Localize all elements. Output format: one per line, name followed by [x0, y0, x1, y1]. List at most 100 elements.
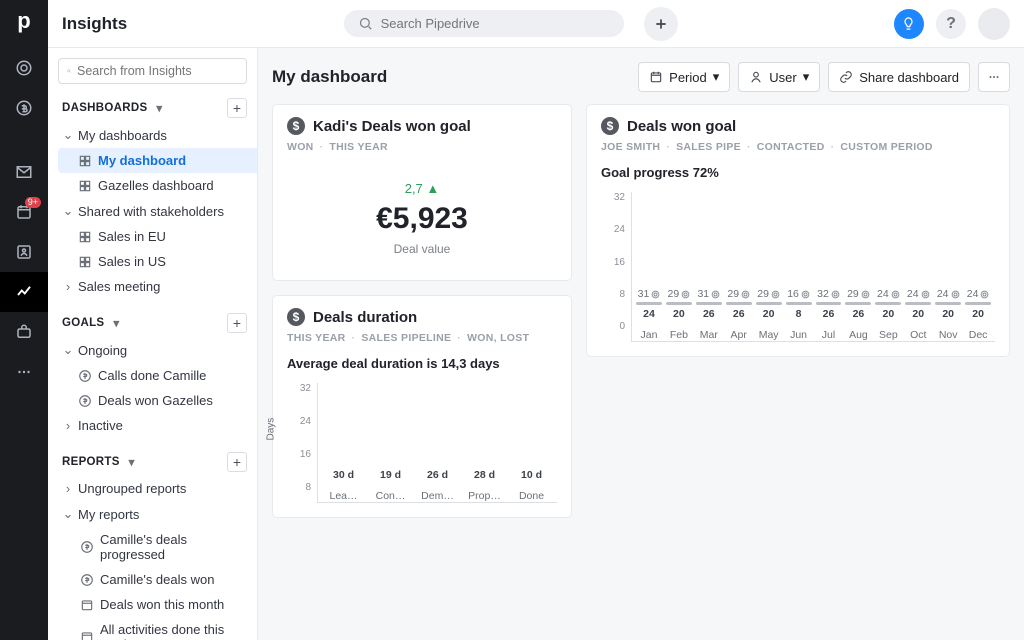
chevron-icon: ⌄: [62, 203, 74, 219]
meta-chip: CUSTOM PERIOD: [831, 141, 933, 153]
search-icon: [67, 65, 71, 77]
rail-mail[interactable]: [0, 152, 48, 192]
chevron-down-icon: ▾: [110, 316, 122, 330]
tips-button[interactable]: [894, 9, 924, 39]
dashboard-title: My dashboard: [272, 67, 387, 87]
bar: 29 20Feb: [666, 288, 692, 341]
app-logo: p: [17, 8, 30, 34]
tree-item[interactable]: Camille's deals progressed: [58, 527, 257, 567]
period-filter[interactable]: Period▾: [638, 62, 730, 92]
page-title: Insights: [62, 14, 127, 34]
tree-item[interactable]: All activities done this week: [58, 617, 257, 640]
tree-item[interactable]: Calls done Camille: [58, 363, 257, 388]
calendar-icon: [80, 598, 94, 612]
bar: 31 26Mar: [696, 288, 722, 341]
tree-item[interactable]: ⌄Shared with stakeholders: [58, 198, 257, 224]
bar: 24 20Oct: [905, 288, 931, 341]
tree-item[interactable]: ›Ungrouped reports: [58, 476, 257, 501]
chevron-icon: ›: [62, 279, 74, 294]
tree-item[interactable]: Sales in EU: [58, 224, 257, 249]
bar: 19 dCon…: [369, 469, 412, 502]
target-icon: [921, 290, 930, 299]
section-dashboards[interactable]: DASHBOARDS▾: [62, 101, 169, 115]
user-filter[interactable]: User▾: [738, 62, 820, 92]
tree-item[interactable]: ⌄My reports: [58, 501, 257, 527]
target-icon: [771, 290, 780, 299]
rail-calendar[interactable]: 9+: [0, 192, 48, 232]
chevron-down-icon: ▾: [713, 69, 720, 85]
target-icon: [681, 290, 690, 299]
quick-add-button[interactable]: [644, 7, 678, 41]
tree-item[interactable]: Camille's deals won: [58, 567, 257, 592]
bar: 26 dDem…: [416, 469, 459, 502]
currency-icon: [80, 540, 94, 554]
bar: 29 26Aug: [845, 288, 871, 341]
card-title: Kadi's Deals won goal: [313, 118, 471, 135]
target-icon: [801, 290, 810, 299]
add-report-button[interactable]: +: [227, 452, 247, 472]
search-icon: [358, 16, 373, 31]
currency-icon: $: [287, 308, 305, 326]
kadi-deals-card: $Kadi's Deals won goal WONTHIS YEAR 2,7 …: [272, 104, 572, 281]
bar: 10 dDone: [510, 469, 553, 502]
rail-insights[interactable]: [0, 272, 48, 312]
meta-chip: CONTACTED: [747, 141, 825, 153]
duration-summary: Average deal duration is 14,3 days: [273, 352, 571, 373]
more-options-button[interactable]: [978, 62, 1010, 92]
card-title: Deals won goal: [627, 118, 736, 135]
target-icon: [891, 290, 900, 299]
tree-item[interactable]: Sales in US: [58, 249, 257, 274]
tree-item[interactable]: My dashboard: [58, 148, 257, 173]
bar: 29 20May: [756, 288, 782, 341]
bar: 24 20Nov: [935, 288, 961, 341]
user-avatar[interactable]: [978, 8, 1010, 40]
bar: 28 dProp…: [463, 469, 506, 502]
target-icon: [861, 290, 870, 299]
section-goals[interactable]: GOALS▾: [62, 316, 126, 330]
chevron-icon: ⌄: [62, 127, 74, 143]
tree-item[interactable]: Deals won Gazelles: [58, 388, 257, 413]
tree-item[interactable]: Gazelles dashboard: [58, 173, 257, 198]
tree-item[interactable]: ›Sales meeting: [58, 274, 257, 299]
rail-more[interactable]: [0, 352, 48, 392]
share-dashboard-button[interactable]: Share dashboard: [828, 62, 970, 92]
y-axis-label: Days: [266, 418, 277, 441]
chevron-down-icon: ▾: [803, 69, 810, 85]
target-icon: [831, 290, 840, 299]
duration-card: $Deals duration THIS YEARSALES PIPELINEW…: [272, 295, 572, 518]
dollar-icon: [78, 394, 92, 408]
rail-deals[interactable]: [0, 88, 48, 128]
target-icon: [951, 290, 960, 299]
help-button[interactable]: ?: [936, 9, 966, 39]
dash-icon: [78, 255, 92, 269]
target-icon: [711, 290, 720, 299]
rail-divider: [0, 128, 48, 152]
target-icon: [980, 290, 989, 299]
calendar-badge: 9+: [25, 197, 41, 208]
kpi-label: Deal value: [273, 242, 571, 256]
rail-contacts[interactable]: [0, 232, 48, 272]
tree-item[interactable]: ›Inactive: [58, 413, 257, 438]
tree-item[interactable]: ⌄Ongoing: [58, 337, 257, 363]
rail-leads[interactable]: [0, 48, 48, 88]
target-icon: [741, 290, 750, 299]
section-reports[interactable]: REPORTS▾: [62, 455, 142, 469]
add-dashboard-button[interactable]: +: [227, 98, 247, 118]
calendar-icon: [649, 70, 663, 84]
meta-chip: THIS YEAR: [287, 332, 346, 344]
calendar-icon: [80, 630, 94, 640]
bar: 16 8Jun: [786, 288, 812, 341]
global-search[interactable]: [344, 10, 624, 37]
global-search-input[interactable]: [381, 16, 610, 31]
user-icon: [749, 70, 763, 84]
goal-progress: Goal progress 72%: [587, 161, 1009, 182]
tree-item[interactable]: ⌄My dashboards: [58, 122, 257, 148]
add-goal-button[interactable]: +: [227, 313, 247, 333]
rail-products[interactable]: [0, 312, 48, 352]
insights-search[interactable]: [58, 58, 247, 84]
tree-item[interactable]: Deals won this month: [58, 592, 257, 617]
chevron-down-icon: ▾: [126, 455, 138, 469]
meta-chip: WON, LOST: [457, 332, 529, 344]
insights-search-input[interactable]: [77, 64, 238, 78]
link-icon: [839, 70, 853, 84]
